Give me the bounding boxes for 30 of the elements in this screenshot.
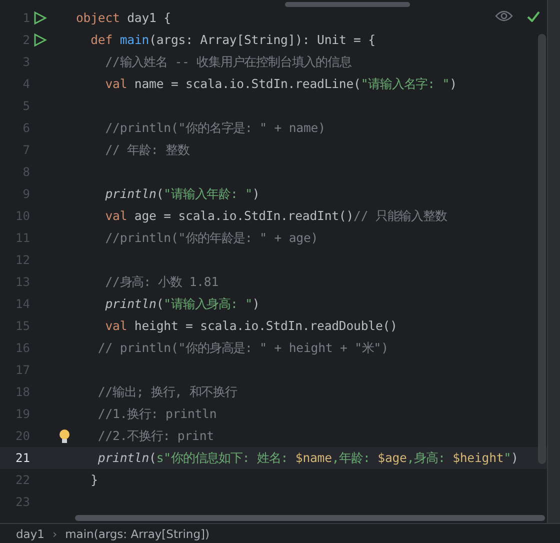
breadcrumb-item[interactable]: main(args: Array[String]) <box>65 526 210 540</box>
lightbulb-icon[interactable] <box>59 428 70 444</box>
code-line: } <box>90 473 98 487</box>
code-line: println("请输入身高: ") <box>104 296 260 312</box>
check-icon[interactable] <box>527 10 540 22</box>
breadcrumb-item[interactable]: day1 <box>16 526 44 540</box>
code-line: println("请输入年龄: ") <box>104 186 260 202</box>
code-line: //身高: 小数 1.81 <box>104 274 219 290</box>
code-line: val height = scala.io.StdIn.readDouble() <box>104 319 398 333</box>
code-line: // println("你的身高是: " + height + "米") <box>96 340 388 356</box>
code-line: //2.不换行: print <box>96 428 214 444</box>
run-icon[interactable] <box>33 33 47 47</box>
vertical-scrollbar[interactable] <box>538 34 546 464</box>
separator-glyph: › <box>52 526 58 540</box>
line-number: 21 <box>14 451 30 465</box>
code-line: // 年龄: 整数 <box>104 142 190 158</box>
code-line: object day1 { <box>76 11 171 25</box>
code-line: //输出; 换行, 和不换行 <box>96 384 237 400</box>
eye-icon[interactable] <box>495 10 513 22</box>
code-line: //println("你的名字是: " + name) <box>104 120 326 136</box>
horizontal-scrollbar[interactable] <box>75 515 545 521</box>
run-icon[interactable] <box>33 11 47 25</box>
code-line: println(s"你的信息如下: 姓名: $name,年龄: $age,身高: $height") <box>96 450 518 466</box>
code-line: //输入姓名 -- 收集用户在控制台填入的信息 <box>104 54 352 70</box>
code-line: val name = scala.io.StdIn.readLine("请输入名字: ") <box>104 76 457 92</box>
code-line: //1.换行: println <box>96 406 217 422</box>
horizontal-scrollbar[interactable] <box>285 2 410 7</box>
code-line: def main(args: Array[String]): Unit = { <box>90 33 376 47</box>
code-line: val age = scala.io.StdIn.readInt()// 只能输入整数 <box>104 208 447 224</box>
code-line: //println("你的年龄是: " + age) <box>104 230 318 246</box>
